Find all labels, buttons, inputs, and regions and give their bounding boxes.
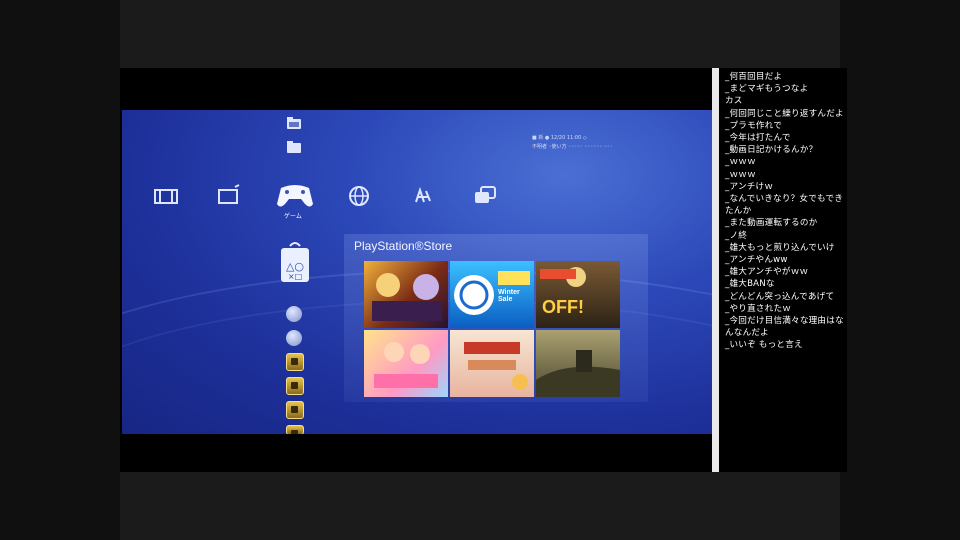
folder-icon[interactable] (286, 116, 302, 130)
comment-item: _動画日記かけるんか？ (725, 145, 818, 156)
comment-item: _アンチけｗ (725, 181, 774, 192)
status-line: ■ 新 ● 12/20 11:00 ◇ (532, 135, 587, 141)
status-bar: ■ 新 ● 12/20 11:00 ◇ 不明者 ◦使い方 ◦◦◦◦◦ ◦◦◦◦◦… (532, 134, 702, 158)
promo-banner-6 (536, 350, 620, 397)
letterbox-top (120, 0, 840, 68)
comment-item: _雄大アンチやがｗｗ (725, 267, 809, 278)
comment-item: カス (725, 96, 743, 107)
comment-list: _何百回目だよ _まどマギもうつなよ カス _何回同じこと繰り返すんだよ _プラ… (719, 68, 847, 352)
comment-item: _今年は打たんで (725, 133, 791, 144)
comment-item: _何回同じこと繰り返すんだよ (725, 108, 844, 119)
store-tile[interactable]: OFF! (536, 261, 620, 328)
tile-caption: Winter Sale (498, 289, 520, 303)
comment-item: _アンチやんww (725, 255, 788, 266)
friends-icon[interactable] (471, 182, 499, 210)
tv-icon[interactable] (215, 182, 243, 210)
store-tile[interactable] (536, 330, 620, 397)
store-tile[interactable] (364, 261, 448, 328)
video-icon[interactable] (152, 182, 180, 210)
comment-item: _なんでいきなり？女でもできたんか (725, 194, 844, 217)
playstation-store-icon[interactable]: △○ ×□ (278, 240, 312, 284)
pillarbox-left (0, 0, 120, 540)
letterbox-bottom (120, 472, 840, 540)
game-data-icon[interactable] (286, 377, 304, 395)
disc-icon[interactable] (286, 306, 302, 322)
game-data-icon[interactable] (286, 353, 304, 371)
comment-item: _ｗｗｗ (725, 157, 756, 168)
store-tile[interactable]: Winter Sale (450, 261, 534, 328)
promo-banner-4 (374, 342, 438, 388)
comment-panel: _何百回目だよ _まどマギもうつなよ カス _何回同じこと繰り返すんだよ _プラ… (712, 68, 847, 472)
svg-text:×□: ×□ (288, 272, 302, 281)
comment-item: _ｗｗｗ (725, 169, 756, 180)
comment-item: _まどマギもうつなよ (725, 84, 809, 95)
pillarbox-right (840, 0, 960, 540)
store-tile[interactable] (450, 330, 534, 397)
game-data-icon[interactable] (286, 401, 304, 419)
store-title: PlayStation®Store (354, 239, 453, 253)
store-tile[interactable] (364, 330, 448, 397)
comment-item: _ノ終 (725, 230, 748, 241)
comment-item: _今回だけ目信満々な理由はなんなんだよ (725, 316, 844, 339)
gamepad-icon[interactable] (275, 178, 315, 212)
status-line: 不明者 ◦使い方 ◦◦◦◦◦ ◦◦◦◦◦◦ ◦◦◦ (532, 144, 613, 150)
game-data-icon[interactable] (286, 425, 304, 434)
disc-icon[interactable] (286, 330, 302, 346)
comment-item: _プラモ作れで (725, 120, 783, 131)
promo-banner-1 (372, 273, 442, 321)
playstation-network-icon[interactable] (408, 182, 436, 210)
promo-banner-5 (464, 342, 528, 390)
comment-item: _いいぞ もっと言え (725, 340, 803, 351)
comment-item: _やり直されたｗ (725, 303, 792, 314)
comment-item: _また動画運転するのか (725, 218, 818, 229)
xmb-screen: ■ 新 ● 12/20 11:00 ◇ 不明者 ◦使い方 ◦◦◦◦◦ ◦◦◦◦◦… (122, 110, 712, 434)
comment-item: _雄大もっと煎り込んでいけ (725, 242, 835, 253)
category-label: ゲーム (284, 213, 302, 220)
tile-caption: OFF! (542, 297, 584, 317)
comment-item: _雄大BANな (725, 279, 775, 290)
comment-item: _何百回目だよ (725, 72, 783, 82)
folder-icon[interactable] (286, 140, 302, 154)
comment-item: _どんどん突っ込んであげて (725, 291, 835, 302)
playstation-store-panel[interactable]: PlayStation®Store Winter Sale OFF! (344, 234, 648, 402)
network-icon[interactable] (345, 182, 373, 210)
